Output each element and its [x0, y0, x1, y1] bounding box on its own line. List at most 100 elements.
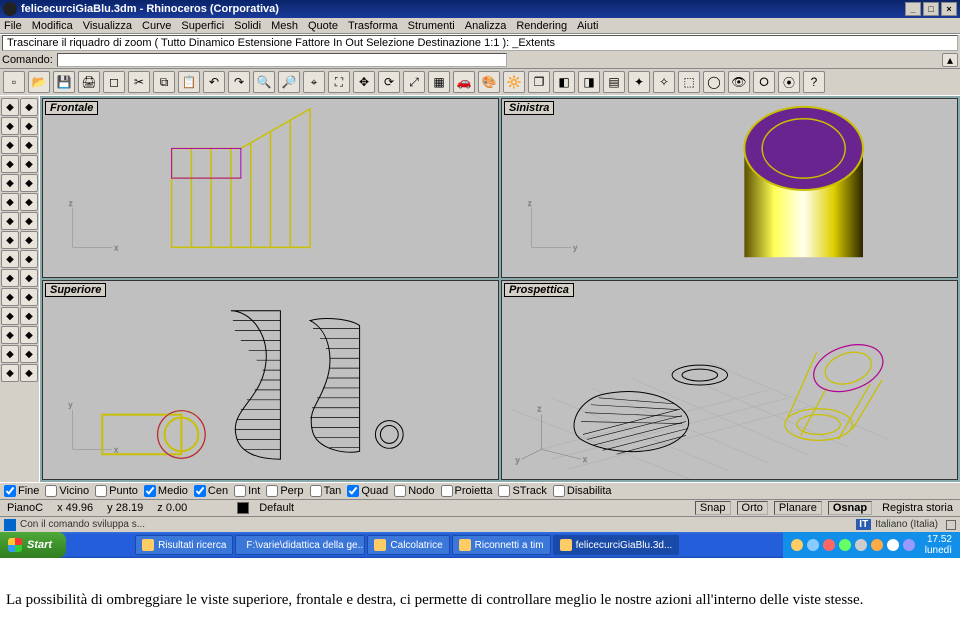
menu-view[interactable]: Visualizza — [83, 20, 132, 32]
osnap-nodo[interactable]: Nodo — [394, 485, 434, 497]
osnap-vicino[interactable]: Vicino — [45, 485, 89, 497]
minimize-button[interactable]: _ — [905, 2, 921, 16]
rect-tool-icon[interactable]: ◆ — [20, 136, 38, 154]
show-icon[interactable]: ⭘ — [753, 71, 775, 93]
prop1-icon[interactable]: ✦ — [628, 71, 650, 93]
osnap-cen-checkbox[interactable] — [194, 485, 206, 497]
paste-icon[interactable]: 📋 — [178, 71, 200, 93]
taskbar-task[interactable]: F:\varie\didattica della ge... — [235, 535, 365, 555]
viewport-sinistra[interactable]: Sinistra y z — [501, 98, 958, 278]
osnap-medio[interactable]: Medio — [144, 485, 188, 497]
torus-tool-icon[interactable]: ◆ — [1, 250, 19, 268]
join-tool-icon[interactable]: ◆ — [20, 307, 38, 325]
arc-tool-icon[interactable]: ◆ — [20, 117, 38, 135]
help-icon[interactable]: ? — [803, 71, 825, 93]
freeform-tool-icon[interactable]: ◆ — [1, 174, 19, 192]
lang-name[interactable]: Italiano (Italia) — [875, 519, 938, 530]
viewport-label-prospettica[interactable]: Prospettica — [504, 283, 574, 297]
cut-icon[interactable]: ✂ — [128, 71, 150, 93]
tray-icon[interactable] — [823, 539, 835, 551]
cyl-tool-icon[interactable]: ◆ — [20, 231, 38, 249]
osnap-tan-checkbox[interactable] — [310, 485, 322, 497]
taskbar-task[interactable]: felicecurciGiaBlu.3d... — [553, 535, 680, 555]
split-tool-icon[interactable]: ◆ — [20, 288, 38, 306]
save-icon[interactable]: 💾 — [53, 71, 75, 93]
osnap-perp[interactable]: Perp — [266, 485, 303, 497]
osnap-disabilita-checkbox[interactable] — [553, 485, 565, 497]
mesh1-tool-icon[interactable]: ◆ — [1, 364, 19, 382]
viewport-label-superiore[interactable]: Superiore — [45, 283, 106, 297]
lasso-icon[interactable]: ◯ — [703, 71, 725, 93]
box-tool-icon[interactable]: ◆ — [1, 212, 19, 230]
toggle-planare[interactable]: Planare — [774, 501, 822, 515]
system-tray[interactable]: 17.52 lunedì — [783, 532, 960, 558]
viewport-label-frontale[interactable]: Frontale — [45, 101, 98, 115]
menu-edit[interactable]: Modifica — [32, 20, 73, 32]
zoom-ext-icon[interactable]: ⛶ — [328, 71, 350, 93]
viewport-prospettica[interactable]: Prospettica x y z — [501, 280, 958, 480]
render2-icon[interactable]: 🎨 — [478, 71, 500, 93]
menu-tools[interactable]: Strumenti — [408, 20, 455, 32]
redo-icon[interactable]: ↷ — [228, 71, 250, 93]
layer3-icon[interactable]: ◨ — [578, 71, 600, 93]
bool-tool-icon[interactable]: ◆ — [1, 288, 19, 306]
status-layer[interactable]: Default — [255, 502, 298, 514]
new-icon[interactable]: ▫ — [3, 71, 25, 93]
render3-icon[interactable]: 🔆 — [503, 71, 525, 93]
osnap-nodo-checkbox[interactable] — [394, 485, 406, 497]
grid-icon[interactable]: ▦ — [428, 71, 450, 93]
layer-icon[interactable]: ❐ — [528, 71, 550, 93]
prop2-icon[interactable]: ✧ — [653, 71, 675, 93]
menu-surfaces[interactable]: Superfici — [181, 20, 224, 32]
ellipse-tool-icon[interactable]: ◆ — [20, 155, 38, 173]
open-icon[interactable]: 📂 — [28, 71, 50, 93]
osnap-vicino-checkbox[interactable] — [45, 485, 57, 497]
hide-icon[interactable]: 👁 — [728, 71, 750, 93]
osnap-int[interactable]: Int — [234, 485, 260, 497]
osnap-medio-checkbox[interactable] — [144, 485, 156, 497]
menu-analyze[interactable]: Analizza — [465, 20, 507, 32]
zoom-area-icon[interactable]: ⌖ — [303, 71, 325, 93]
osnap-proietta-checkbox[interactable] — [441, 485, 453, 497]
line-tool-icon[interactable]: ◆ — [20, 98, 38, 116]
tray-icon[interactable] — [887, 539, 899, 551]
dim-tool-icon[interactable]: ◆ — [1, 345, 19, 363]
rotate-icon[interactable]: ⟳ — [378, 71, 400, 93]
menu-dim[interactable]: Quote — [308, 20, 338, 32]
lang-options-icon[interactable] — [946, 520, 956, 530]
tray-icon[interactable] — [855, 539, 867, 551]
taskbar-task[interactable]: Calcolatrice — [367, 535, 449, 555]
desk-band-text[interactable]: Con il comando sviluppa s... — [20, 519, 145, 530]
osnap-quad-checkbox[interactable] — [347, 485, 359, 497]
select-icon[interactable]: ⬚ — [678, 71, 700, 93]
osnap-perp-checkbox[interactable] — [266, 485, 278, 497]
fillet-tool-icon[interactable]: ◆ — [20, 269, 38, 287]
undo-icon[interactable]: ↶ — [203, 71, 225, 93]
menu-file[interactable]: File — [4, 20, 22, 32]
blank-icon[interactable]: ◻ — [103, 71, 125, 93]
quick-launch[interactable] — [73, 535, 133, 555]
spline-tool-icon[interactable]: ◆ — [1, 117, 19, 135]
surf1-tool-icon[interactable]: ◆ — [1, 193, 19, 211]
group-tool-icon[interactable]: ◆ — [1, 326, 19, 344]
tray-icon[interactable] — [903, 539, 915, 551]
osnap-fine[interactable]: Fine — [4, 485, 39, 497]
taskbar-task[interactable]: Riconnetti a tim — [452, 535, 551, 555]
menu-solids[interactable]: Solidi — [234, 20, 261, 32]
sphere-tool-icon[interactable]: ◆ — [20, 212, 38, 230]
explode-tool-icon[interactable]: ◆ — [1, 307, 19, 325]
surf2-tool-icon[interactable]: ◆ — [20, 193, 38, 211]
text-tool-icon[interactable]: ◆ — [20, 345, 38, 363]
lang-code[interactable]: IT — [856, 519, 871, 530]
close-button[interactable]: × — [941, 2, 957, 16]
maximize-button[interactable]: □ — [923, 2, 939, 16]
circle-tool-icon[interactable]: ◆ — [1, 136, 19, 154]
menu-render[interactable]: Rendering — [516, 20, 567, 32]
viewport-frontale[interactable]: Frontale x z — [42, 98, 499, 278]
command-input[interactable] — [57, 53, 507, 67]
osnap-strack[interactable]: STrack — [498, 485, 546, 497]
osnap-punto[interactable]: Punto — [95, 485, 138, 497]
pointer-tool-icon[interactable]: ◆ — [1, 98, 19, 116]
layer2-icon[interactable]: ◧ — [553, 71, 575, 93]
blend-tool-icon[interactable]: ◆ — [1, 269, 19, 287]
